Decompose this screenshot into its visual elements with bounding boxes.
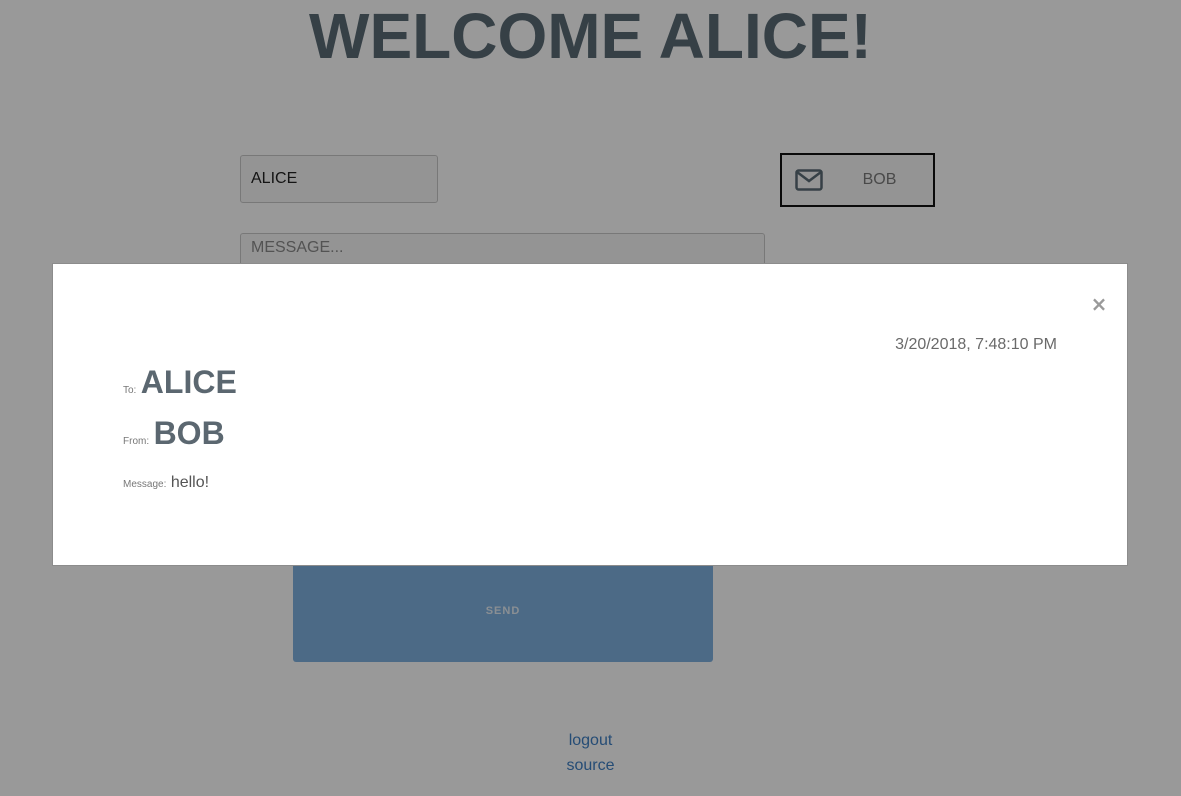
message-timestamp: 3/20/2018, 7:48:10 PM (895, 336, 1057, 353)
to-label: To: (123, 385, 137, 396)
to-value: ALICE (140, 364, 237, 400)
message-row: Message: hello! (123, 474, 209, 492)
from-label: From: (123, 436, 150, 447)
recipient-row: To: ALICE (123, 364, 237, 401)
sender-row: From: BOB (123, 415, 225, 452)
message-value: hello! (170, 474, 210, 491)
message-label: Message: (123, 479, 167, 490)
message-modal: × 3/20/2018, 7:48:10 PM To: ALICE From: … (52, 263, 1128, 566)
close-icon[interactable]: × (1089, 292, 1109, 316)
from-value: BOB (153, 415, 225, 451)
